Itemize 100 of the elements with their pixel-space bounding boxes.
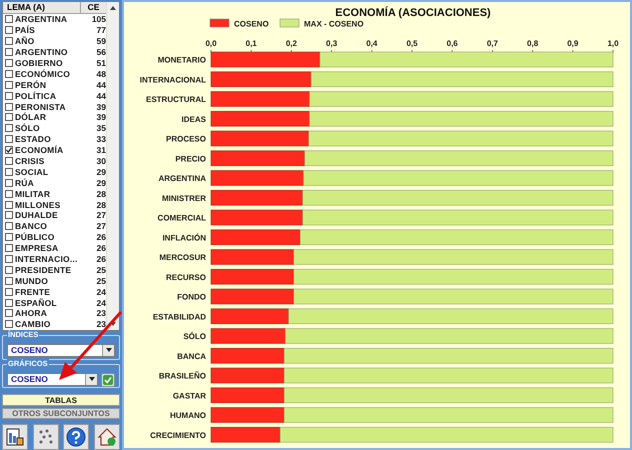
word-label: PÚBLICO: [14, 232, 56, 242]
checkbox[interactable]: [5, 244, 13, 252]
checkbox[interactable]: [5, 255, 13, 264]
category-label: RECURSO: [166, 272, 206, 282]
word-label: AÑO: [14, 36, 36, 46]
checkbox[interactable]: [5, 222, 13, 230]
checkbox[interactable]: [5, 48, 13, 56]
count-cell-text: 28: [96, 188, 106, 199]
word-label: MILLONES: [14, 200, 62, 210]
category-label: BRASILEÑO: [158, 372, 206, 380]
checkbox[interactable]: [5, 168, 13, 176]
checkbox[interactable]: [5, 37, 13, 46]
tables-button[interactable]: TABLAS: [2, 394, 120, 406]
checkbox[interactable]: [5, 320, 13, 328]
word-label: FRENTE: [14, 286, 52, 297]
axis-tick-label: 0,5: [406, 39, 418, 48]
column-header[interactable]: CE: [81, 2, 106, 13]
word-label: PERONISTA: [14, 102, 67, 112]
word-label: PERÓN: [14, 80, 48, 90]
count-cell-text: 29: [96, 178, 106, 188]
checkbox[interactable]: [5, 135, 13, 144]
count-cell-text: 51: [96, 58, 106, 68]
dropdown[interactable]: COSENO: [7, 344, 115, 357]
scroll-down-icon[interactable]: [110, 322, 116, 326]
caret-icon: [88, 377, 94, 382]
word-label: RÚA: [14, 178, 35, 188]
axis-tick-label: 0,9: [567, 39, 578, 48]
axis-tick-label: 0,7: [486, 39, 498, 48]
axis-tick-label: 1,0: [607, 39, 619, 48]
checkbox[interactable]: [5, 178, 13, 187]
checkbox[interactable]: [5, 233, 13, 242]
word-label: DÓLAR: [14, 112, 48, 122]
category-label: PRECIO: [175, 154, 206, 164]
help-button[interactable]: [63, 424, 90, 450]
count-cell-text: 26: [96, 254, 106, 264]
checkbox[interactable]: [5, 124, 13, 132]
checkbox[interactable]: [5, 157, 13, 166]
category-label: ARGENTINA: [158, 174, 206, 183]
confirm-button[interactable]: [101, 372, 115, 387]
checkbox[interactable]: [5, 26, 13, 34]
count-cell-text: 105: [90, 14, 106, 24]
category-label: INFLACIÓN: [162, 233, 206, 242]
scroll-up-icon[interactable]: [110, 6, 116, 10]
checkbox[interactable]: [5, 146, 13, 154]
count-cell-text: 35: [96, 123, 106, 134]
legend-label: COSENO: [234, 20, 269, 28]
checkbox[interactable]: [5, 309, 13, 318]
checkbox[interactable]: [5, 102, 13, 111]
checkbox[interactable]: [5, 211, 13, 220]
category-label: SÓLO: [183, 332, 206, 341]
document-icon: [5, 427, 25, 448]
checkbox[interactable]: [5, 266, 13, 274]
count-cell-text: 27: [96, 210, 106, 220]
word-label: SOCIAL: [14, 166, 50, 177]
word-label: PRESIDENTE: [14, 264, 72, 275]
count-cell-text: 25: [96, 276, 106, 286]
category-label: HUMANO: [170, 411, 206, 420]
home-button[interactable]: [94, 424, 120, 450]
category-label: ESTRUCTURAL: [146, 95, 206, 104]
word-label: BANCO: [14, 221, 48, 232]
word-label: ESTADO: [14, 134, 52, 144]
report-button[interactable]: [2, 424, 28, 450]
checkbox[interactable]: [5, 190, 13, 198]
checkbox[interactable]: [5, 298, 13, 307]
column-header[interactable]: LEMA (A): [3, 2, 81, 13]
word-label: MILITAR: [14, 188, 52, 199]
word-label: ARGENTINA: [14, 14, 68, 24]
category-label: FONDO: [177, 292, 206, 302]
category-label: BANCA: [177, 352, 206, 361]
chart-title: ECONOMÍA (ASOCIACIONES): [335, 7, 491, 19]
checkbox[interactable]: [5, 276, 13, 285]
checkbox[interactable]: [5, 15, 13, 24]
scrollbar[interactable]: [106, 2, 119, 330]
axis-tick-label: 0,4: [366, 39, 378, 48]
checkbox[interactable]: [5, 92, 13, 100]
axis-tick-label: 0,6: [446, 39, 458, 48]
word-label: ECONOMÍA: [15, 145, 64, 156]
axis-tick-label: 0,3: [326, 39, 338, 48]
word-label: ECONÓMICO: [14, 68, 72, 79]
count-cell-text: 26: [96, 232, 106, 242]
help-icon: [66, 427, 86, 448]
random-button[interactable]: [32, 424, 59, 450]
checkbox[interactable]: [5, 59, 13, 67]
word-label: PAÍS: [14, 25, 36, 36]
count-cell-text: 23: [96, 319, 106, 330]
checkbox[interactable]: [5, 70, 13, 78]
legend-label: MAX - COSENO: [304, 20, 364, 28]
subsets-button[interactable]: OTROS SUBCONJUNTOS: [2, 408, 120, 420]
category-label: MINISTRER: [162, 194, 206, 203]
checkbox[interactable]: [5, 113, 13, 122]
checkbox[interactable]: [5, 288, 13, 296]
category-label: ESTABILIDAD: [152, 312, 206, 322]
dropdown[interactable]: COSENO: [7, 372, 98, 386]
axis-tick-label: 0,0: [205, 39, 217, 48]
home-icon: [96, 427, 117, 448]
word-label: SÓLO: [14, 123, 41, 134]
count-cell-text: 26: [96, 243, 106, 254]
checkbox[interactable]: [5, 200, 13, 209]
word-label: EMPRESA: [14, 243, 60, 254]
checkbox[interactable]: [5, 80, 13, 89]
